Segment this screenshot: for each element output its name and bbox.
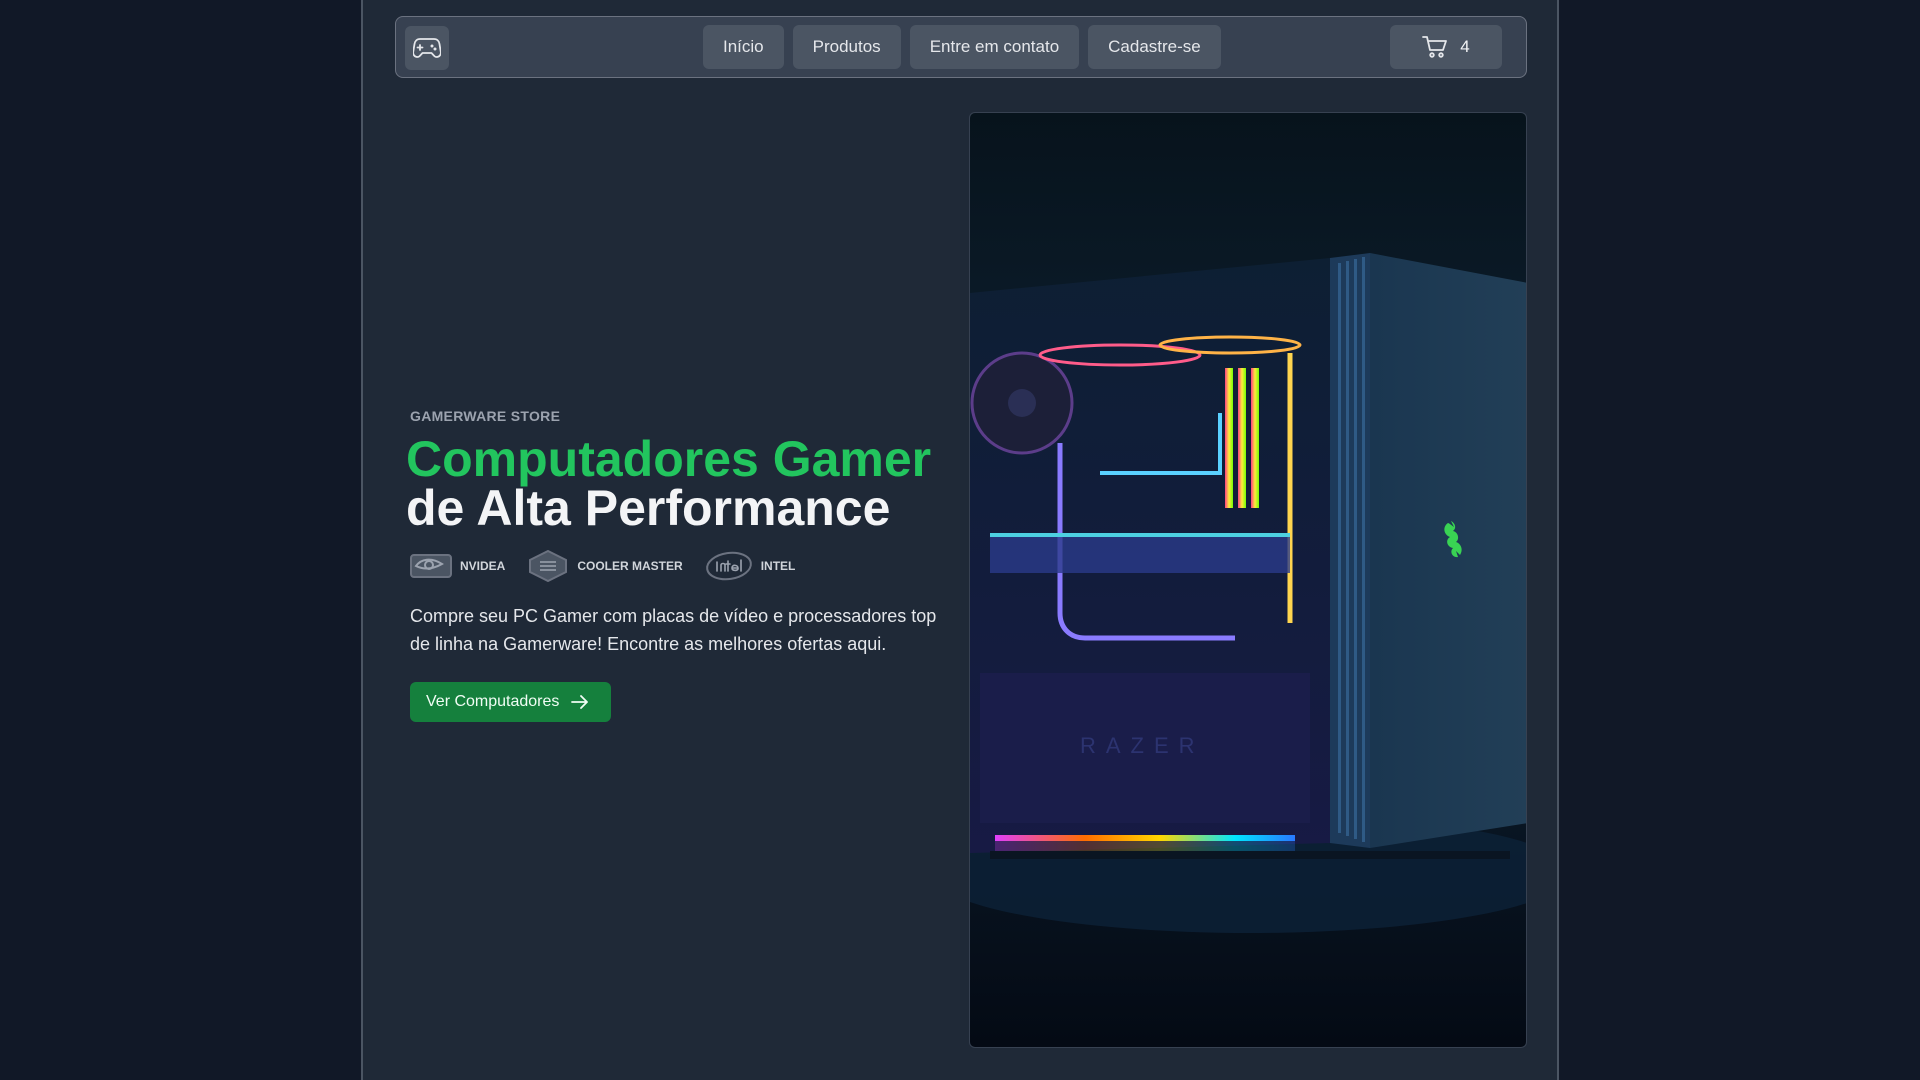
hero-title-line1: Computadores Gamer: [406, 431, 932, 487]
arrow-right-icon: [571, 695, 589, 709]
intel-logo-icon: [705, 551, 752, 581]
hero-title: Computadores Gamer de Alta Performance: [406, 434, 950, 533]
nav-links: Início Produtos Entre em contato Cadastr…: [703, 25, 1221, 69]
nav-link-produtos[interactable]: Produtos: [792, 25, 901, 69]
navbar: Início Produtos Entre em contato Cadastr…: [395, 16, 1527, 78]
nav-link-contato[interactable]: Entre em contato: [909, 25, 1080, 69]
hero-title-line2: de Alta Performance: [406, 480, 891, 536]
gamepad-icon: [413, 38, 441, 58]
cart-button[interactable]: 4: [1390, 25, 1502, 69]
nvidia-logo-icon: [410, 554, 452, 578]
brand-nvidia: NVIDEA: [410, 552, 505, 580]
brand-name-nvidia: NVIDEA: [460, 559, 506, 573]
cart-icon: [1422, 36, 1448, 58]
view-computers-label: Ver Computadores: [426, 693, 560, 710]
hero-text: GAMERWARE STORE Computadores Gamer de Al…: [406, 408, 950, 722]
view-computers-button[interactable]: Ver Computadores: [410, 682, 612, 722]
brand-logos: NVIDEA COOLER MASTER INTEL: [410, 550, 950, 582]
brand-intel: INTEL: [705, 550, 796, 582]
page-container: Início Produtos Entre em contato Cadastr…: [361, 0, 1559, 1080]
store-eyebrow: GAMERWARE STORE: [410, 408, 561, 424]
cooler-master-logo-icon: [529, 550, 568, 582]
cart-count: 4: [1460, 37, 1470, 56]
brand-name-intel: INTEL: [760, 559, 796, 573]
brand-name-cooler-master: COOLER MASTER: [577, 559, 683, 573]
home-logo-button[interactable]: [405, 26, 449, 70]
hero-pc-image: RAZER: [969, 112, 1527, 1048]
nav-link-inicio[interactable]: Início: [703, 25, 784, 69]
hero-description: Compre seu PC Gamer com placas de vídeo …: [410, 606, 937, 654]
image-razer-text: RAZER: [1080, 733, 1205, 758]
brand-cooler-master: COOLER MASTER: [527, 550, 683, 582]
nav-link-cadastro[interactable]: Cadastre-se: [1088, 25, 1221, 69]
